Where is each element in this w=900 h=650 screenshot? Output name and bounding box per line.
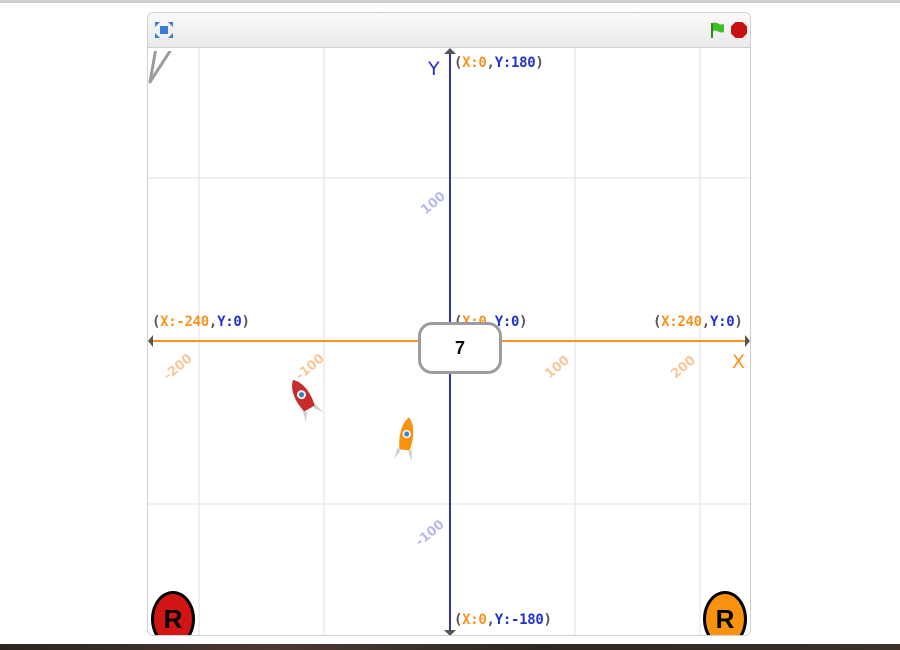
y-axis-top-arrow xyxy=(444,48,456,54)
window-top-border xyxy=(0,0,900,3)
coord-label-left: (X:-240,Y:0) xyxy=(152,314,250,330)
orange-rocket-sprite[interactable] xyxy=(391,414,421,464)
x-axis-left-arrow xyxy=(148,335,153,347)
x-axis-right-arrow xyxy=(745,335,750,347)
y-axis-label: Y xyxy=(428,58,440,80)
stage-player: Y X (X:0,Y:180) (X:0,Y:-180) (X:-240,Y:0… xyxy=(147,12,751,636)
coord-label-top: (X:0,Y:180) xyxy=(454,55,544,71)
coord-label-right: (X:240,Y:0) xyxy=(653,314,743,330)
green-flag-button[interactable] xyxy=(708,21,726,39)
stage-toolbar xyxy=(148,13,750,48)
speech-bubble-tail xyxy=(148,48,175,84)
fullscreen-icon xyxy=(155,22,173,38)
stage-canvas[interactable]: Y X (X:0,Y:180) (X:0,Y:-180) (X:-240,Y:0… xyxy=(148,48,750,635)
red-rocket-sprite[interactable] xyxy=(284,374,324,424)
taskbar-edge xyxy=(0,644,900,650)
y-axis-bottom-arrow xyxy=(444,630,456,635)
stop-icon xyxy=(731,22,747,38)
coord-label-bottom: (X:0,Y:-180) xyxy=(454,612,552,628)
green-flag-icon xyxy=(711,22,724,38)
fullscreen-button[interactable] xyxy=(154,21,174,39)
stop-button[interactable] xyxy=(730,21,748,39)
x-axis-label: X xyxy=(732,351,746,373)
speech-bubble: 7 xyxy=(418,322,502,374)
